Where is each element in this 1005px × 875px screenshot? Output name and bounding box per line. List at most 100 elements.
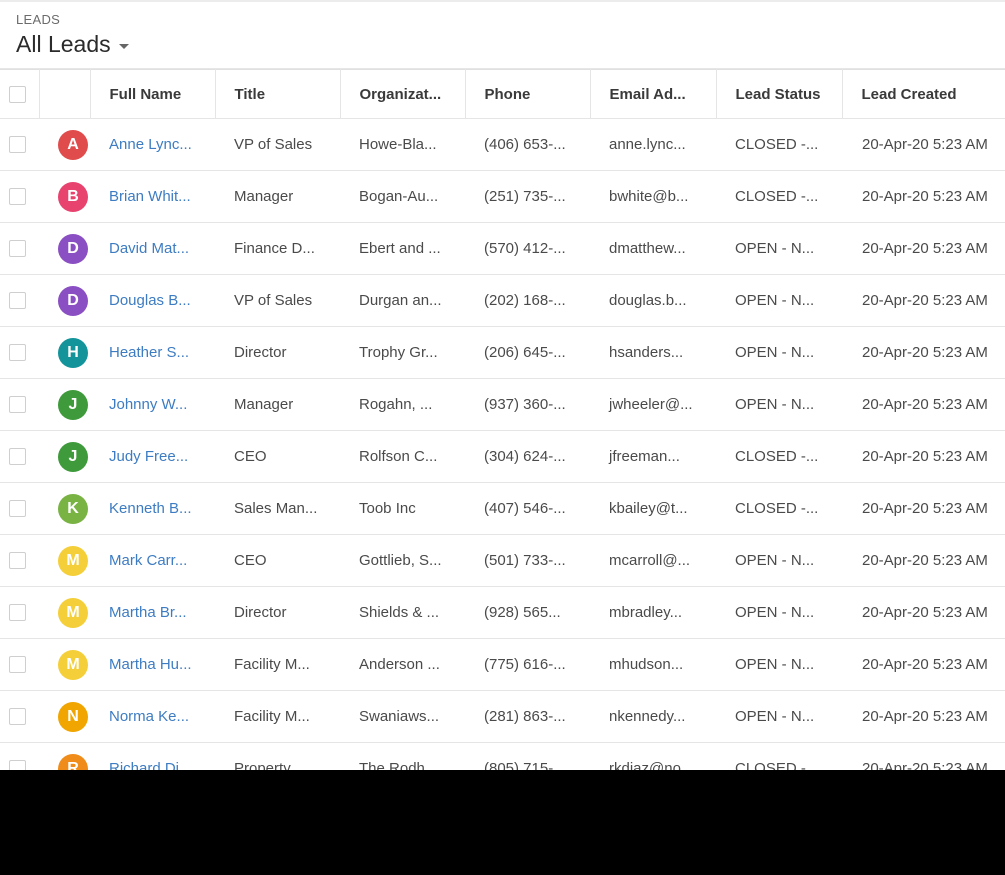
select-all-header [0,69,40,119]
row-checkbox[interactable] [9,448,26,465]
row-checkbox[interactable] [9,760,26,770]
lead-full-name-link[interactable]: Kenneth B... [90,482,215,535]
column-header-organization[interactable]: Organizat... [340,69,466,119]
row-checkbox[interactable] [9,656,26,673]
lead-organization: Gottlieb, S... [340,534,465,587]
column-header-lead-status[interactable]: Lead Status [716,69,843,119]
table-row[interactable]: M Martha Hu... Facility M... Anderson ..… [0,638,1005,691]
lead-status: OPEN - N... [716,690,842,743]
lead-title: Facility M... [215,690,340,743]
row-select-cell [0,534,39,587]
row-checkbox[interactable] [9,552,26,569]
table-row[interactable]: K Kenneth B... Sales Man... Toob Inc (40… [0,482,1005,535]
avatar: M [58,545,88,576]
table-row[interactable]: J Judy Free... CEO Rolfson C... (304) 62… [0,430,1005,483]
table-row[interactable]: B Brian Whit... Manager Bogan-Au... (251… [0,170,1005,223]
lead-created: 20-Apr-20 5:23 AM [842,118,1005,171]
lead-status: CLOSED -... [716,170,842,223]
row-checkbox[interactable] [9,292,26,309]
lead-full-name-link[interactable]: Heather S... [90,326,215,379]
column-header-title[interactable]: Title [215,69,341,119]
lead-organization: Durgan an... [340,274,465,327]
table-row[interactable]: M Martha Br... Director Shields & ... (9… [0,586,1005,639]
lead-full-name-link[interactable]: Martha Hu... [90,638,215,691]
lead-full-name-link[interactable]: Judy Free... [90,430,215,483]
lead-title: VP of Sales [215,274,340,327]
lead-status: OPEN - N... [716,638,842,691]
row-checkbox[interactable] [9,708,26,725]
avatar-cell: D [39,222,90,275]
lead-full-name-link[interactable]: Mark Carr... [90,534,215,587]
lead-full-name-link[interactable]: Douglas B... [90,274,215,327]
lead-phone: (775) 616-... [465,638,590,691]
avatar-cell: A [39,118,90,171]
select-all-checkbox[interactable] [9,85,26,103]
lead-phone: (304) 624-... [465,430,590,483]
avatar: A [58,129,88,160]
row-checkbox[interactable] [9,136,26,153]
lead-full-name-link[interactable]: Norma Ke... [90,690,215,743]
lead-status: OPEN - N... [716,534,842,587]
column-header-email[interactable]: Email Ad... [590,69,717,119]
lead-status: OPEN - N... [716,326,842,379]
lead-email: anne.lync... [590,118,716,171]
avatar: N [58,701,88,732]
column-header-lead-created[interactable]: Lead Created [842,69,1005,119]
table-row[interactable]: D Douglas B... VP of Sales Durgan an... … [0,274,1005,327]
list-view-switcher[interactable]: All Leads [16,31,129,58]
table-row[interactable]: R Richard Di... Property ... The Rodh...… [0,742,1005,770]
lead-status: CLOSED -... [716,742,842,770]
row-select-cell [0,118,39,171]
lead-created: 20-Apr-20 5:23 AM [842,430,1005,483]
column-header-phone[interactable]: Phone [465,69,591,119]
column-header-label: Lead Created [861,85,957,103]
row-checkbox[interactable] [9,240,26,257]
lead-email: jwheeler@... [590,378,716,431]
avatar: B [58,181,88,212]
row-checkbox[interactable] [9,500,26,517]
lead-phone: (928) 565... [465,586,590,639]
avatar: J [58,441,88,472]
lead-full-name-link[interactable]: Johnny W... [90,378,215,431]
lead-title: VP of Sales [215,118,340,171]
table-row[interactable]: H Heather S... Director Trophy Gr... (20… [0,326,1005,379]
lead-title: Facility M... [215,638,340,691]
table-row[interactable]: D David Mat... Finance D... Ebert and ..… [0,222,1005,275]
avatar-cell: N [39,690,90,743]
lead-created: 20-Apr-20 5:23 AM [842,378,1005,431]
row-checkbox[interactable] [9,188,26,205]
avatar-cell: J [39,378,90,431]
lead-full-name-link[interactable]: David Mat... [90,222,215,275]
lead-email: dmatthew... [590,222,716,275]
lead-created: 20-Apr-20 5:23 AM [842,638,1005,691]
lead-title: Director [215,586,340,639]
row-select-cell [0,274,39,327]
row-checkbox[interactable] [9,344,26,361]
avatar: J [58,389,88,420]
caret-down-icon[interactable] [118,43,129,49]
lead-phone: (206) 645-... [465,326,590,379]
lead-full-name-link[interactable]: Richard Di... [90,742,215,770]
table-header-row: Full Name Title Organizat... Phone Email… [0,69,1005,119]
column-header-label: Email Ad... [609,85,686,103]
lead-email: douglas.b... [590,274,716,327]
lead-created: 20-Apr-20 5:23 AM [842,326,1005,379]
lead-status: OPEN - N... [716,586,842,639]
table-row[interactable]: J Johnny W... Manager Rogahn, ... (937) … [0,378,1005,431]
row-checkbox[interactable] [9,604,26,621]
lead-email: mbradley... [590,586,716,639]
table-row[interactable]: M Mark Carr... CEO Gottlieb, S... (501) … [0,534,1005,587]
lead-phone: (805) 715-... [465,742,590,770]
lead-organization: Howe-Bla... [340,118,465,171]
lead-full-name-link[interactable]: Brian Whit... [90,170,215,223]
lead-phone: (406) 653-... [465,118,590,171]
avatar: M [58,649,88,680]
row-checkbox[interactable] [9,396,26,413]
lead-full-name-link[interactable]: Anne Lync... [90,118,215,171]
table-row[interactable]: A Anne Lync... VP of Sales Howe-Bla... (… [0,118,1005,171]
table-row[interactable]: N Norma Ke... Facility M... Swaniaws... … [0,690,1005,743]
leads-list-view: LEADS All Leads Full Name Title Organiza… [0,0,1005,770]
lead-full-name-link[interactable]: Martha Br... [90,586,215,639]
column-header-full-name[interactable]: Full Name [90,69,216,119]
lead-organization: Rolfson C... [340,430,465,483]
